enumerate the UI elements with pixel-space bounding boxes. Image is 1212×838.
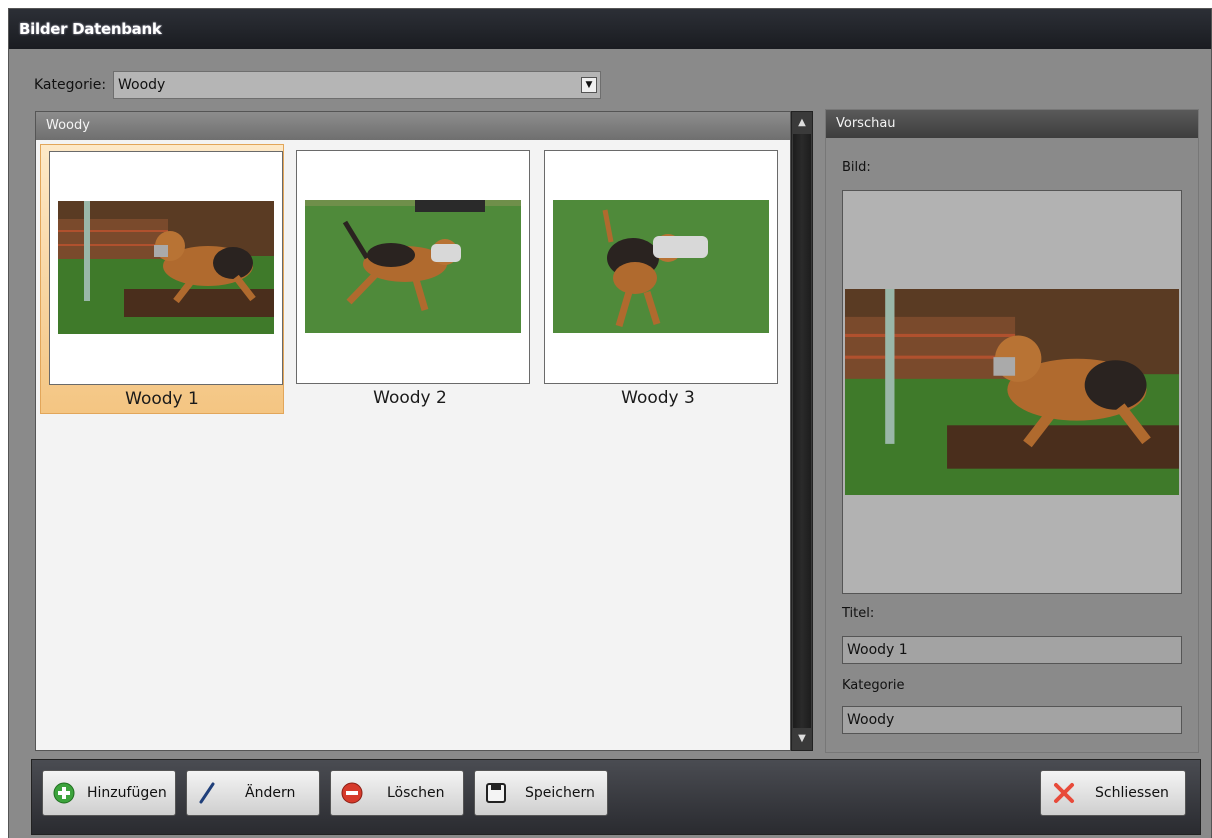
- scroll-up-icon[interactable]: ▲: [793, 113, 811, 133]
- category-field-label: Kategorie: [842, 678, 905, 693]
- scroll-down-icon[interactable]: ▼: [793, 729, 811, 749]
- close-button-label: Schliessen: [1095, 785, 1169, 801]
- floppy-disk-icon: [486, 783, 506, 803]
- thumbnail-image: [553, 200, 769, 333]
- gallery-item-caption: Woody 2: [373, 388, 447, 408]
- delete-button[interactable]: Löschen: [330, 770, 464, 816]
- gallery-item-caption: Woody 1: [125, 389, 199, 409]
- close-button[interactable]: Schliessen: [1040, 770, 1186, 816]
- chevron-down-icon[interactable]: ▼: [581, 77, 597, 93]
- title-field[interactable]: Woody 1: [842, 636, 1182, 664]
- category-select-value: Woody: [118, 77, 166, 93]
- main-window: Bilder Datenbank Kategorie: Woody ▼ Wood…: [8, 8, 1212, 838]
- pencil-icon: [199, 782, 215, 804]
- category-field[interactable]: Woody: [842, 706, 1182, 734]
- gallery-item[interactable]: Woody 2: [288, 144, 532, 414]
- category-select[interactable]: Woody ▼: [113, 71, 601, 99]
- thumbnail-frame: [49, 151, 283, 385]
- delete-button-label: Löschen: [387, 785, 445, 801]
- gallery-item[interactable]: Woody 1: [40, 144, 284, 414]
- thumbnail-image: [305, 200, 521, 333]
- preview-panel: Vorschau Bild: Titel: Woody 1 Kategorie …: [825, 109, 1199, 753]
- preview-header: Vorschau: [826, 110, 1198, 138]
- thumbnail-image: [58, 201, 274, 334]
- action-toolbar: Hinzufügen Ändern Löschen Speichern Schl…: [31, 759, 1201, 835]
- scroll-thumb[interactable]: [793, 134, 811, 728]
- thumbnail-frame: [296, 150, 530, 384]
- image-gallery: Woody Woody 1 Woody 2 Woody 3: [35, 111, 791, 751]
- plus-circle-icon: [53, 782, 75, 804]
- preview-image: [845, 289, 1179, 495]
- category-label: Kategorie:: [34, 77, 107, 93]
- edit-button-label: Ändern: [245, 785, 296, 801]
- add-button[interactable]: Hinzufügen: [42, 770, 176, 816]
- save-button-label: Speichern: [525, 785, 595, 801]
- title-label: Titel:: [842, 606, 875, 621]
- x-icon: [1054, 783, 1074, 803]
- add-button-label: Hinzufügen: [87, 785, 167, 801]
- window-client: Kategorie: Woody ▼ Woody Woody 1 Woody 2: [9, 49, 1211, 838]
- window-title: Bilder Datenbank: [9, 9, 1211, 49]
- edit-button[interactable]: Ändern: [186, 770, 320, 816]
- gallery-item[interactable]: Woody 3: [536, 144, 780, 414]
- gallery-item-caption: Woody 3: [621, 388, 695, 408]
- gallery-scrollbar[interactable]: ▲ ▼: [791, 111, 813, 751]
- preview-image-box: [842, 190, 1182, 594]
- image-label: Bild:: [842, 160, 871, 175]
- thumbnail-frame: [544, 150, 778, 384]
- save-button[interactable]: Speichern: [474, 770, 608, 816]
- minus-circle-icon: [341, 782, 363, 804]
- gallery-header: Woody: [36, 112, 790, 140]
